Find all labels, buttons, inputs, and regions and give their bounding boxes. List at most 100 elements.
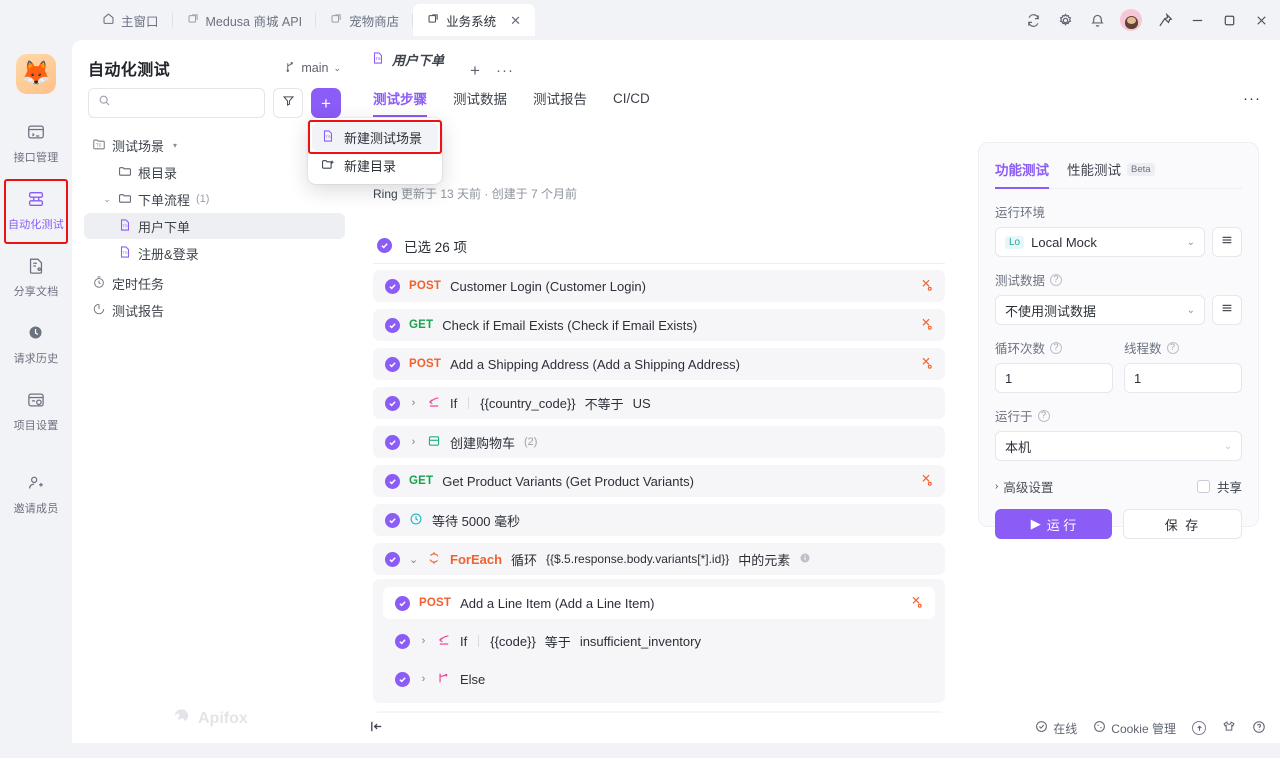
sidebar-item-history[interactable]: 请求历史: [8, 317, 64, 374]
step-row-add-shipping-address[interactable]: POST Add a Shipping Address (Add a Shipp…: [373, 348, 945, 380]
help-circle-icon[interactable]: ?: [1050, 273, 1063, 286]
link-request-icon[interactable]: [919, 356, 933, 373]
testdata-manage-button[interactable]: [1212, 295, 1242, 325]
cookie-manager[interactable]: Cookie 管理: [1093, 720, 1176, 737]
add-button[interactable]: +: [311, 88, 341, 118]
window-tab-home[interactable]: 主窗口: [88, 5, 173, 35]
branch-selector[interactable]: main ⌄: [284, 61, 341, 76]
menu-item-new-scenario[interactable]: TS 新建测试场景: [308, 120, 442, 154]
upload-circle-icon[interactable]: [1192, 721, 1206, 735]
tab-test-report[interactable]: 测试报告: [533, 79, 587, 117]
step-row-wait[interactable]: 等待 5000 毫秒: [373, 504, 945, 536]
env-select[interactable]: Lo Local Mock ⌄: [995, 227, 1205, 257]
gear-icon[interactable]: [1056, 11, 1074, 29]
link-request-icon[interactable]: [909, 595, 923, 612]
search-input[interactable]: [117, 96, 255, 110]
new-document-tab-button[interactable]: +: [460, 62, 490, 79]
minimize-icon[interactable]: [1188, 11, 1206, 29]
link-request-icon[interactable]: [919, 278, 933, 295]
online-status[interactable]: 在线: [1035, 720, 1077, 737]
menu-item-new-folder[interactable]: 新建目录: [312, 151, 438, 179]
chevron-right-icon[interactable]: ›: [419, 673, 428, 685]
tree-node-scenarios[interactable]: TS 测试场景 ▾: [84, 132, 345, 158]
step-checkbox[interactable]: [385, 395, 400, 411]
share-toggle[interactable]: 共享: [1196, 477, 1242, 496]
step-checkbox[interactable]: [395, 633, 410, 649]
step-checkbox[interactable]: [385, 434, 400, 450]
window-tab-medusa[interactable]: Medusa 商城 API: [173, 5, 317, 35]
tree-node-test-report[interactable]: 测试报告: [84, 297, 345, 323]
document-tabs-more-button[interactable]: ···: [490, 62, 520, 79]
chevron-right-icon[interactable]: ›: [419, 635, 428, 647]
loop-count-input[interactable]: 1: [995, 363, 1113, 393]
close-icon[interactable]: [1252, 11, 1270, 29]
bell-icon[interactable]: [1088, 11, 1106, 29]
search-box[interactable]: [88, 88, 265, 118]
step-row-customer-login[interactable]: POST Customer Login (Customer Login): [373, 270, 945, 302]
link-request-icon[interactable]: [919, 473, 933, 490]
tshirt-icon[interactable]: [1222, 720, 1236, 737]
window-tab-petstore[interactable]: 宠物商店: [316, 5, 414, 35]
step-checkbox[interactable]: [385, 512, 400, 528]
chevron-right-icon[interactable]: ›: [409, 397, 418, 409]
info-icon[interactable]: [799, 552, 811, 567]
chevron-down-icon[interactable]: ⌄: [102, 194, 112, 205]
testdata-select[interactable]: 不使用测试数据 ⌄: [995, 295, 1205, 325]
step-row-add-line-item[interactable]: POST Add a Line Item (Add a Line Item): [383, 587, 935, 619]
app-logo[interactable]: 🦊: [16, 54, 56, 94]
pin-icon[interactable]: [1156, 11, 1174, 29]
tab-test-steps[interactable]: 测试步骤: [373, 79, 427, 117]
sync-icon[interactable]: [1024, 11, 1042, 29]
advanced-settings-toggle[interactable]: › 高级设置: [995, 477, 1053, 496]
close-icon[interactable]: ✕: [510, 14, 521, 27]
sidebar-item-share-doc[interactable]: 分享文档: [8, 250, 64, 307]
tree-node-user-order[interactable]: TS 用户下单: [84, 213, 345, 239]
step-row-if-country-code[interactable]: › If {{country_code}} 不等于 US: [373, 387, 945, 419]
filter-button[interactable]: [273, 88, 303, 118]
tab-test-data[interactable]: 测试数据: [453, 79, 507, 117]
sidebar-item-automation[interactable]: 自动化测试: [4, 179, 68, 244]
window-tab-business-system[interactable]: 业务系统 ✕: [413, 4, 536, 36]
step-row-check-email[interactable]: GET Check if Email Exists (Check if Emai…: [373, 309, 945, 341]
tree-node-order-flow[interactable]: ⌄ 下单流程 (1): [84, 186, 345, 212]
tab-cicd[interactable]: CI/CD: [613, 79, 650, 117]
step-row-if-code[interactable]: › If {{code}} 等于 insufficient_inventory: [383, 625, 935, 657]
thread-count-input[interactable]: 1: [1124, 363, 1242, 393]
tree-node-scheduled-task[interactable]: 定时任务: [84, 270, 345, 296]
step-row-create-cart-group[interactable]: › 创建购物车 (2): [373, 426, 945, 458]
step-row-get-product-variants[interactable]: GET Get Product Variants (Get Product Va…: [373, 465, 945, 497]
tab-performance-test[interactable]: 性能测试 Beta: [1067, 153, 1155, 188]
maximize-icon[interactable]: [1220, 11, 1238, 29]
run-button[interactable]: ▶ 运 行: [995, 509, 1112, 539]
tab-functional-test[interactable]: 功能测试: [995, 153, 1049, 189]
step-row-else[interactable]: › Else: [383, 663, 935, 695]
save-button[interactable]: 保 存: [1123, 509, 1242, 539]
env-manage-button[interactable]: [1212, 227, 1242, 257]
help-circle-icon[interactable]: ?: [1166, 341, 1179, 354]
tree-node-register-login[interactable]: TS 注册&登录: [84, 240, 345, 266]
help-circle-icon[interactable]: ?: [1037, 409, 1050, 422]
collapse-panel-button[interactable]: [365, 717, 387, 739]
document-tab-user-order[interactable]: TS 用户下单: [355, 40, 461, 79]
chevron-down-icon[interactable]: ▾: [170, 141, 180, 150]
step-checkbox[interactable]: [385, 551, 400, 567]
runon-select[interactable]: 本机 ⌄: [995, 431, 1242, 461]
share-checkbox[interactable]: [1196, 480, 1210, 493]
select-all-checkbox[interactable]: [377, 238, 392, 253]
step-checkbox[interactable]: [385, 278, 400, 294]
chevron-right-icon[interactable]: ›: [409, 436, 418, 448]
chevron-down-icon[interactable]: ⌄: [409, 553, 418, 566]
scenario-more-button[interactable]: ···: [1236, 82, 1268, 114]
step-row-foreach[interactable]: ⌄ ForEach 循环 {{$.5.response.body.variant…: [373, 543, 945, 575]
step-checkbox[interactable]: [385, 356, 400, 372]
help-circle-icon[interactable]: [1252, 720, 1266, 737]
tree-node-root-dir[interactable]: › 根目录: [84, 159, 345, 185]
sidebar-item-invite[interactable]: 邀请成员: [8, 467, 64, 524]
avatar[interactable]: [1120, 9, 1142, 31]
step-checkbox[interactable]: [395, 595, 410, 611]
step-checkbox[interactable]: [385, 317, 400, 333]
step-checkbox[interactable]: [385, 473, 400, 489]
step-checkbox[interactable]: [395, 671, 410, 687]
link-request-icon[interactable]: [919, 317, 933, 334]
sidebar-item-api[interactable]: 接口管理: [8, 116, 64, 173]
